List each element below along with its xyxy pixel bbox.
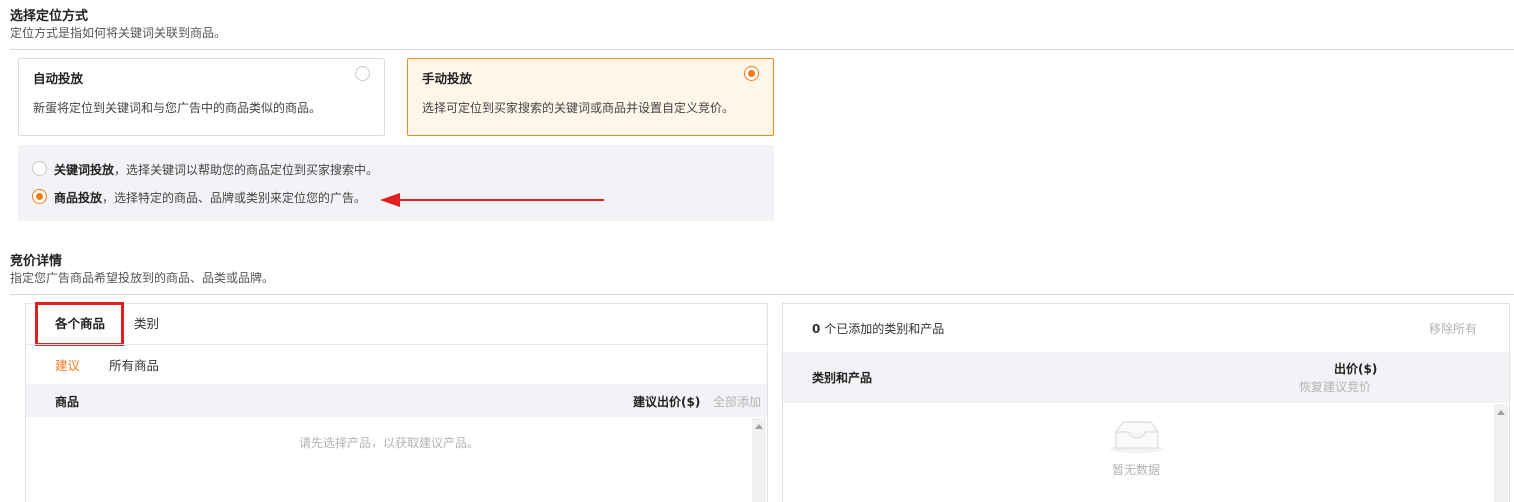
remove-all-button[interactable]: 移除所有: [1429, 320, 1477, 337]
added-count-label: 0 个已添加的类别和产品: [812, 320, 944, 337]
manual-targeting-card[interactable]: 手动投放 选择可定位到买家搜索的关键词或商品并设置自定义竞价。: [407, 58, 774, 136]
restore-suggested-bid-link[interactable]: 恢复建议竞价: [1299, 378, 1371, 395]
auto-targeting-label: 自动投放: [33, 71, 84, 86]
scroll-up-icon[interactable]: [1497, 410, 1505, 415]
product-targeting-desc: ，选择特定的商品、品牌或类别来定位您的广告。: [102, 191, 367, 205]
keyword-targeting-desc: ，选择关键词以帮助您的商品定位到买家搜索中。: [114, 163, 379, 177]
bidding-description: 指定您广告商品希望投放到的商品、品类或品牌。: [10, 271, 275, 285]
keyword-targeting-label: 关键词投放: [54, 163, 115, 177]
product-targeting-option[interactable]: 商品投放，选择特定的商品、品牌或类别来定位您的广告。: [54, 189, 366, 206]
auto-targeting-radio[interactable]: [355, 66, 370, 81]
added-count: 0: [812, 322, 821, 336]
suggestion-scrollbar[interactable]: [752, 418, 766, 502]
keyword-targeting-option[interactable]: 关键词投放，选择关键词以帮助您的商品定位到买家搜索中。: [54, 161, 378, 178]
tab-categories[interactable]: 类别: [134, 313, 159, 332]
product-targeting-radio[interactable]: [32, 189, 47, 204]
suggestion-empty-text: 请先选择产品，以获取建议产品。: [298, 436, 479, 450]
tab-highlight-box: [35, 302, 124, 346]
keyword-targeting-radio[interactable]: [32, 161, 47, 176]
column-bid: 出价($): [1334, 362, 1378, 376]
targeting-description: 定位方式是指如何将关键词关联到商品。: [10, 26, 227, 40]
subtab-suggested[interactable]: 建议: [55, 355, 80, 374]
manual-targeting-desc: 选择可定位到买家搜索的关键词或商品并设置自定义竞价。: [422, 101, 735, 115]
targeting-title: 选择定位方式: [10, 9, 89, 24]
scroll-up-icon[interactable]: [755, 424, 763, 429]
column-suggested-bid: 建议出价($): [633, 395, 701, 409]
divider: [10, 294, 1514, 295]
column-category-product: 类别和产品: [812, 371, 873, 385]
bidding-title: 竞价详情: [10, 254, 63, 269]
added-scrollbar[interactable]: [1494, 404, 1508, 502]
product-targeting-label: 商品投放: [54, 191, 103, 205]
column-product: 商品: [55, 395, 80, 409]
divider: [26, 344, 767, 345]
annotation-arrow-icon: [380, 193, 604, 207]
subtab-all-products[interactable]: 所有商品: [109, 355, 159, 374]
divider: [10, 49, 1514, 50]
add-all-button[interactable]: 全部添加: [713, 393, 761, 410]
manual-targeting-label: 手动投放: [422, 71, 473, 86]
auto-targeting-desc: 新蛋将定位到关键词和与您广告中的商品类似的商品。: [33, 101, 322, 115]
manual-targeting-radio[interactable]: [744, 66, 759, 81]
auto-targeting-card[interactable]: 自动投放 新蛋将定位到关键词和与您广告中的商品类似的商品。: [18, 58, 385, 136]
added-empty-text: 暂无数据: [1112, 463, 1161, 477]
added-table-header: [783, 352, 1509, 403]
added-text: 个已添加的类别和产品: [824, 322, 945, 336]
empty-inbox-icon: [1110, 421, 1164, 453]
